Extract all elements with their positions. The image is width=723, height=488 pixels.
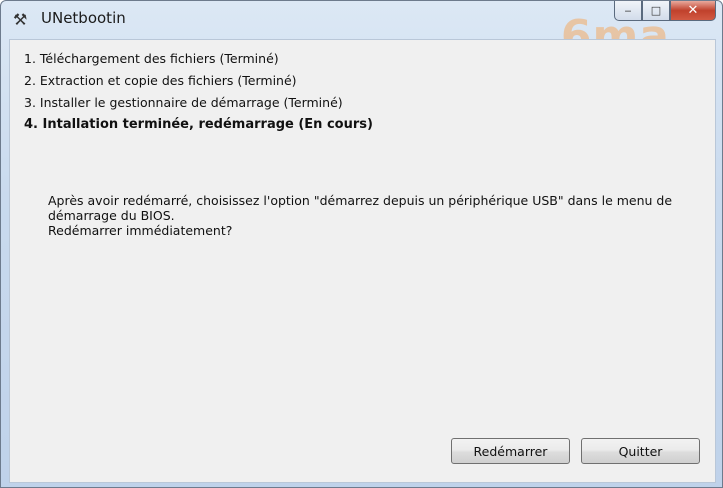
- reboot-question: Redémarrer immédiatement?: [48, 223, 233, 238]
- window-controls: ‒ □ ✕: [614, 1, 716, 23]
- step-download: 1. Téléchargement des fichiers (Terminé): [24, 51, 279, 66]
- maximize-button[interactable]: □: [642, 1, 670, 21]
- title-bar[interactable]: ⚒ UNetbootin ‒ □ ✕ 6ma AIDE INFORMATIQUE: [1, 1, 722, 75]
- minimize-button[interactable]: ‒: [614, 1, 642, 21]
- unetbootin-window: ⚒ UNetbootin ‒ □ ✕ 6ma AIDE INFORMATIQUE…: [0, 0, 723, 488]
- step-reboot: 4. Intallation terminée, redémarrage (En…: [24, 117, 373, 132]
- minimize-icon: ‒: [624, 4, 632, 17]
- restart-button[interactable]: Redémarrer: [451, 438, 570, 464]
- reboot-message: Après avoir redémarré, choisissez l'opti…: [48, 193, 698, 238]
- step-extract: 2. Extraction et copie des fichiers (Ter…: [24, 73, 297, 88]
- progress-steps: 1. Téléchargement des fichiers (Terminé)…: [24, 48, 373, 136]
- reboot-instructions: Après avoir redémarré, choisissez l'opti…: [48, 193, 673, 223]
- maximize-icon: □: [650, 4, 662, 17]
- quit-button[interactable]: Quitter: [581, 438, 700, 464]
- step-bootloader: 3. Installer le gestionnaire de démarrag…: [24, 95, 343, 110]
- close-icon: ✕: [687, 3, 699, 18]
- content-panel: 1. Téléchargement des fichiers (Terminé)…: [9, 39, 716, 483]
- window-title: UNetbootin: [41, 9, 126, 27]
- tool-icon: ⚒: [13, 10, 28, 29]
- close-button[interactable]: ✕: [670, 1, 716, 21]
